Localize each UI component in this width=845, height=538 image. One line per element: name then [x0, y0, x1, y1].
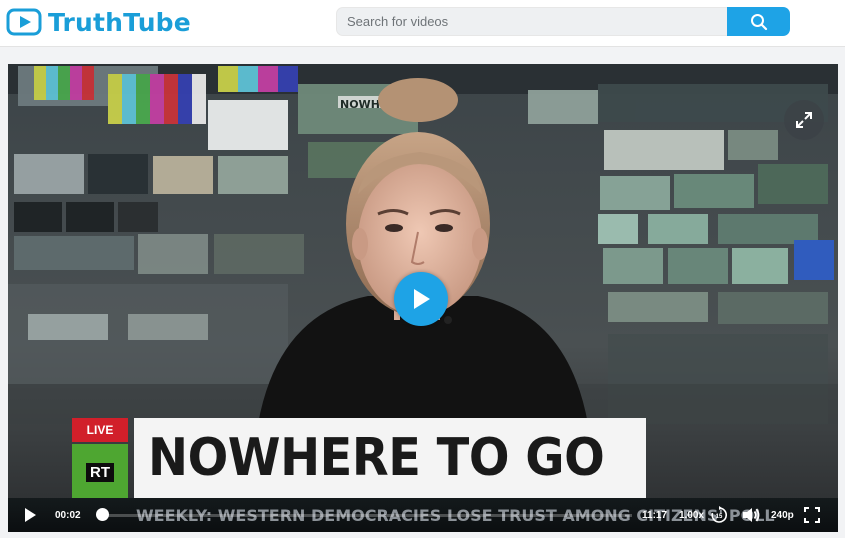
quality-selector[interactable]: 240p	[771, 510, 794, 521]
progress-handle[interactable]	[96, 508, 109, 521]
live-badge: LIVE	[72, 418, 128, 442]
skip-forward-icon[interactable]: 15	[710, 506, 728, 524]
volume-icon[interactable]	[741, 505, 761, 525]
logo-play-icon	[6, 8, 42, 36]
video-player[interactable]: NOWHERE T LIVE RT NOWHERE TO GO WEEKLY: …	[8, 64, 838, 532]
playback-speed[interactable]: 1.00x	[679, 510, 704, 521]
channel-logo: RT	[72, 444, 128, 500]
play-button[interactable]	[22, 507, 38, 523]
fullscreen-icon[interactable]	[804, 507, 820, 523]
progress-bar[interactable]	[98, 514, 632, 517]
top-bar: TruthTube	[0, 0, 845, 47]
skip-label: 15	[716, 514, 723, 520]
search-icon	[750, 13, 767, 30]
player-controls: 00:02 11:17 1.00x 15 240p	[8, 498, 838, 532]
app-name: TruthTube	[48, 7, 191, 37]
play-icon	[414, 289, 430, 309]
big-play-button[interactable]	[394, 272, 448, 326]
channel-logo-text: RT	[86, 462, 114, 482]
current-time: 00:02	[55, 510, 81, 521]
expand-button[interactable]	[784, 100, 824, 140]
headline-banner: NOWHERE TO GO	[134, 418, 646, 498]
expand-icon	[796, 112, 812, 128]
search-input[interactable]	[336, 7, 727, 36]
search-button[interactable]	[727, 7, 790, 36]
headline-text: NOWHERE TO GO	[148, 428, 605, 488]
total-time: 11:17	[642, 510, 668, 521]
logo[interactable]: TruthTube	[6, 6, 191, 38]
